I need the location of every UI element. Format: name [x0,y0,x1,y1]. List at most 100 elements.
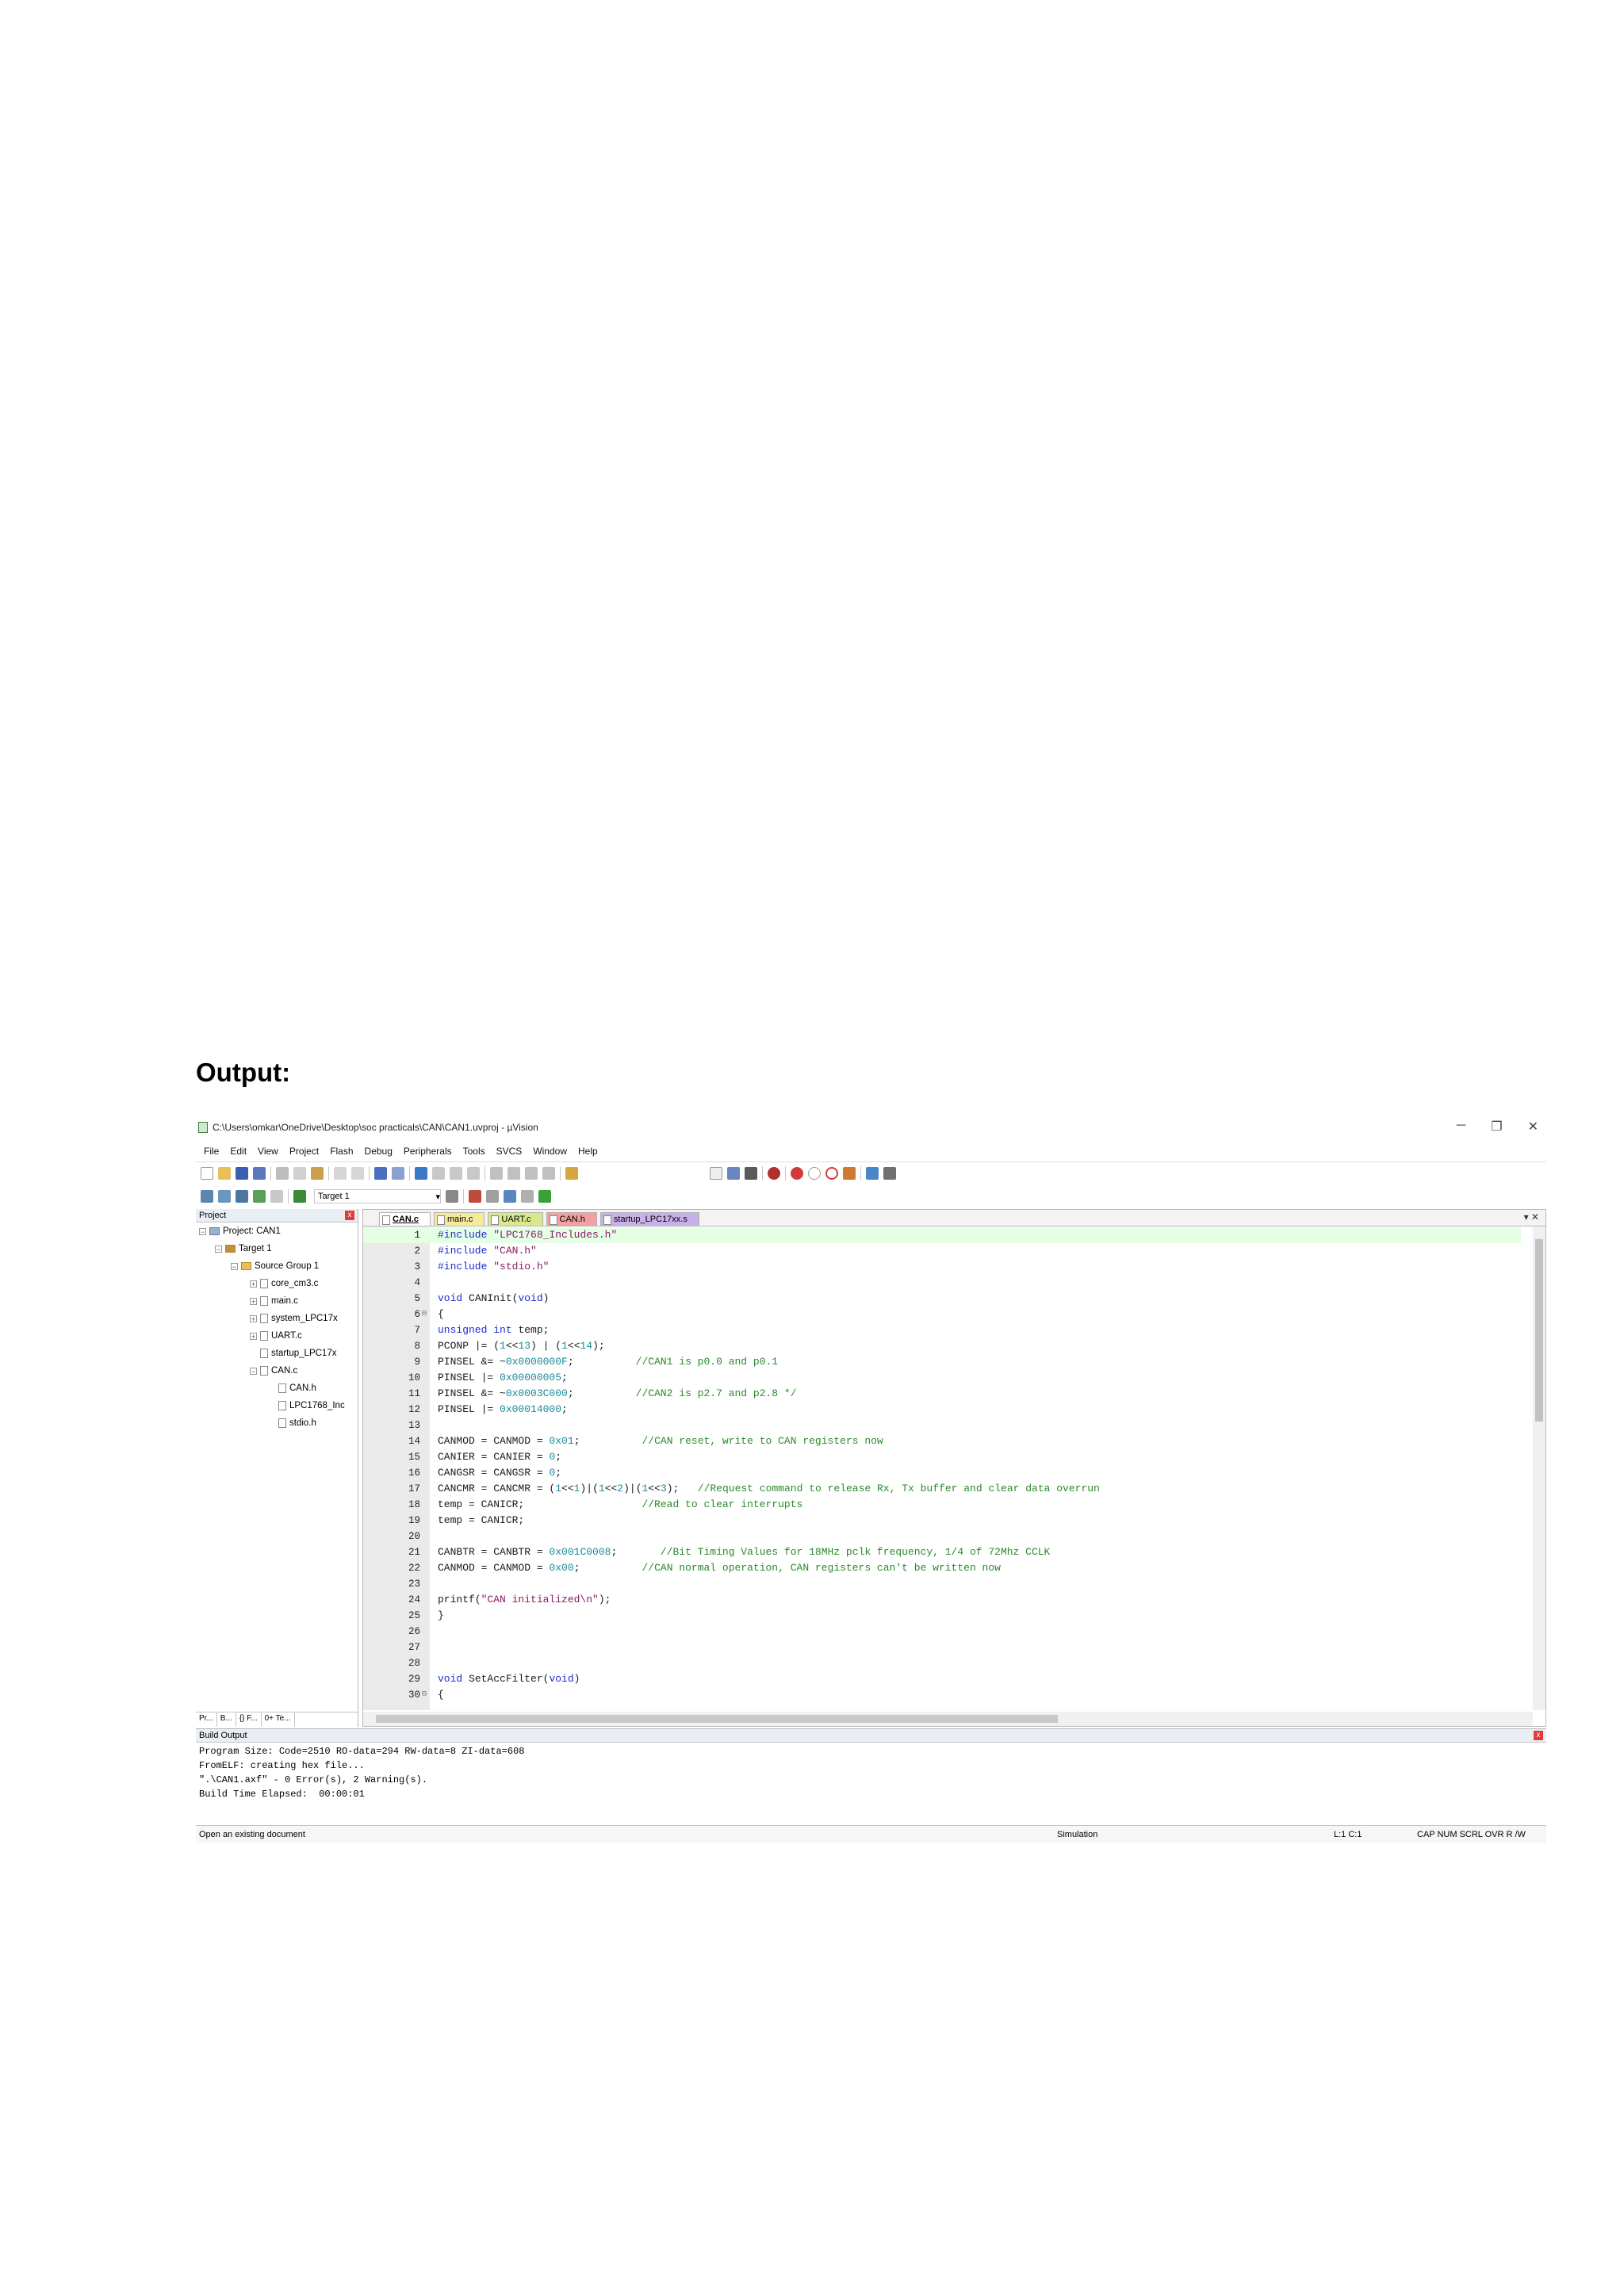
find-combo-icon[interactable] [710,1167,722,1180]
code-line[interactable]: 11 PINSEL &= ~0x0003C000; //CAN2 is p2.7 … [363,1386,1521,1402]
code-line[interactable]: 16 CANGSR = CANGSR = 0; [363,1465,1521,1481]
code-area[interactable]: 1 #include "LPC1768_Includes.h" 2 #include … [363,1226,1545,1710]
collapse-icon[interactable]: − [199,1227,206,1235]
fold-icon[interactable]: ⊟ [422,1307,427,1322]
paste-icon[interactable] [311,1167,324,1180]
tab-main-c[interactable]: main.c [434,1212,485,1226]
kill-breakpoints-icon[interactable] [825,1167,838,1180]
expand-icon[interactable]: + [250,1297,257,1305]
project-tab[interactable]: Pr... [196,1712,217,1727]
tab-controls[interactable]: ▾ ✕ [1524,1211,1539,1223]
clear-bookmarks-icon[interactable] [467,1167,480,1180]
close-button[interactable]: ✕ [1528,1119,1538,1135]
nav-forward-icon[interactable] [392,1167,404,1180]
comment-icon[interactable] [525,1167,538,1180]
scroll-thumb[interactable] [376,1715,1058,1723]
pack-installer-icon[interactable] [538,1190,551,1203]
menu-help[interactable]: Help [578,1146,598,1157]
save-icon[interactable] [236,1167,248,1180]
prev-bookmark-icon[interactable] [432,1167,445,1180]
undo-icon[interactable] [334,1167,347,1180]
code-line[interactable]: 12 PINSEL |= 0x00014000; [363,1402,1521,1418]
redo-icon[interactable] [351,1167,364,1180]
horizontal-scrollbar[interactable] [363,1712,1533,1726]
code-line[interactable]: 8 PCONP |= (1<<13) | (1<<14); [363,1338,1521,1354]
restore-button[interactable]: ❐ [1491,1119,1502,1135]
target-select[interactable]: Target 1 ▾ [314,1189,441,1203]
start-debug-icon[interactable] [768,1167,780,1180]
code-line[interactable]: 13 [363,1418,1521,1433]
target-options-icon[interactable] [446,1190,458,1203]
bookmark-icon[interactable] [415,1167,427,1180]
nav-back-icon[interactable] [374,1167,387,1180]
cut-icon[interactable] [276,1167,289,1180]
disable-breakpoint-icon[interactable] [808,1167,821,1180]
copy-icon[interactable] [293,1167,306,1180]
minimize-button[interactable]: ─ [1457,1119,1465,1135]
code-line[interactable]: 6 ⊟ { [363,1307,1521,1322]
tree-source-group[interactable]: − Source Group 1 [231,1261,319,1271]
menu-flash[interactable]: Flash [330,1146,353,1157]
code-line[interactable]: 19 temp = CANICR; [363,1513,1521,1529]
incremental-find-icon[interactable] [727,1167,740,1180]
code-line[interactable]: 27 [363,1640,1521,1655]
menu-svcs[interactable]: SVCS [496,1146,523,1157]
batch-build-icon[interactable] [253,1190,266,1203]
code-line[interactable]: 15 CANIER = CANIER = 0; [363,1449,1521,1465]
menu-view[interactable]: View [258,1146,278,1157]
tree-file[interactable]: + main.c [250,1296,298,1306]
menu-project[interactable]: Project [289,1146,319,1157]
build-icon[interactable] [218,1190,231,1203]
unindent-icon[interactable] [508,1167,520,1180]
code-line[interactable]: 24 printf("CAN initialized\n"); [363,1592,1521,1608]
find-in-files-icon[interactable] [565,1167,578,1180]
vertical-scrollbar[interactable] [1533,1226,1545,1710]
tab-uart-c[interactable]: UART.c [488,1212,543,1226]
uncomment-icon[interactable] [542,1167,555,1180]
tab-startup-s[interactable]: startup_LPC17xx.s [599,1212,699,1226]
code-line[interactable]: 2 #include "CAN.h" [363,1243,1521,1259]
project-panel-close-button[interactable]: x [345,1211,354,1220]
tree-project[interactable]: − Project: CAN1 [199,1226,281,1236]
tab-can-h[interactable]: CAN.h [546,1212,597,1226]
translate-icon[interactable] [201,1190,213,1203]
menu-debug[interactable]: Debug [365,1146,393,1157]
download-icon[interactable] [293,1190,306,1203]
code-line[interactable]: 3 #include "stdio.h" [363,1259,1521,1275]
expand-icon[interactable]: + [250,1332,257,1340]
expand-icon[interactable]: + [250,1314,257,1322]
tree-include[interactable]: CAN.h [278,1383,316,1393]
code-line[interactable]: 23 [363,1576,1521,1592]
code-line[interactable]: 26 [363,1624,1521,1640]
collapse-icon[interactable]: − [250,1367,257,1375]
tree-include[interactable]: stdio.h [278,1418,316,1428]
tab-can-c[interactable]: CAN.c [379,1212,431,1226]
code-line[interactable]: 9 PINSEL &= ~0x0000000F; //CAN1 is p0.0 a… [363,1354,1521,1370]
menu-edit[interactable]: Edit [230,1146,247,1157]
books-tab[interactable]: B... [217,1712,236,1727]
templates-tab[interactable]: 0+ Te... [262,1712,295,1727]
stop-build-icon[interactable] [270,1190,283,1203]
manage-project-icon[interactable] [469,1190,481,1203]
menu-peripherals[interactable]: Peripherals [404,1146,452,1157]
tree-target[interactable]: − Target 1 [215,1244,272,1253]
rebuild-icon[interactable] [236,1190,248,1203]
code-line[interactable]: 1 #include "LPC1768_Includes.h" [363,1227,1521,1243]
collapse-icon[interactable]: − [231,1262,238,1270]
tools-icon[interactable] [883,1167,896,1180]
configure-icon[interactable] [843,1167,856,1180]
tree-file[interactable]: + core_cm3.c [250,1279,318,1288]
manage-books-icon[interactable] [486,1190,499,1203]
collapse-icon[interactable]: − [215,1245,222,1253]
tree-file[interactable]: + UART.c [250,1331,302,1341]
scroll-thumb[interactable] [1535,1239,1543,1422]
debug-session-icon[interactable] [745,1167,757,1180]
code-line[interactable]: 5 void CANInit(void) [363,1291,1521,1307]
code-line[interactable]: 29 void SetAccFilter(void) [363,1671,1521,1687]
code-line[interactable]: 30 ⊟ { [363,1687,1521,1703]
menu-window[interactable]: Window [533,1146,567,1157]
fold-icon[interactable]: ⊟ [422,1687,427,1703]
code-line[interactable]: 17 CANCMR = CANCMR = (1<<1)|(1<<2)|(1<<3)… [363,1481,1521,1497]
code-line[interactable]: 20 [363,1529,1521,1544]
code-line[interactable]: 18 temp = CANICR; //Read to clear interru… [363,1497,1521,1513]
